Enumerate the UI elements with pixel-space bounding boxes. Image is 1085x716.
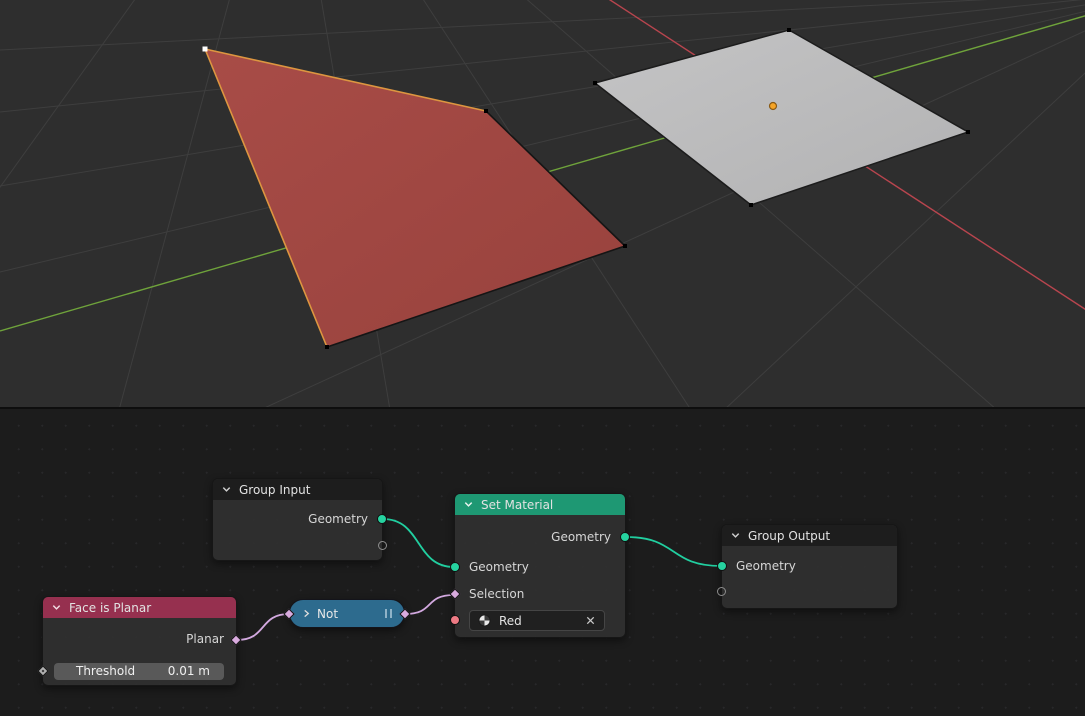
node-set-material[interactable]: Set Material Geometry Geometry Selection… [454,493,626,638]
blender-window: Group Input Geometry Set Material Geomet… [0,0,1085,716]
chevron-down-icon[interactable] [730,530,741,541]
vertex[interactable] [484,109,488,113]
threshold-label: Threshold [76,663,135,680]
vertex[interactable] [623,244,627,248]
3d-viewport[interactable] [0,0,1085,407]
socket-material-input[interactable] [450,615,460,625]
node-editor[interactable]: Group Input Geometry Set Material Geomet… [0,409,1085,716]
socket-geometry-input[interactable] [450,562,460,572]
wire-groupinput-to-setmaterial[interactable] [383,519,454,567]
material-select-field[interactable]: Red [469,610,605,631]
vertex[interactable] [966,130,970,134]
chevron-down-icon[interactable] [221,484,232,495]
socket-geometry-output[interactable] [377,514,387,524]
wire-setmaterial-to-groupoutput[interactable] [626,537,721,566]
node-title: Group Output [748,529,830,543]
vertex[interactable] [325,345,329,349]
socket-virtual-output[interactable] [378,541,387,550]
vertex[interactable] [749,203,753,207]
node-set-material-header[interactable]: Set Material [455,494,625,515]
wire-not-to-selection[interactable] [405,595,454,614]
node-title: Not [317,607,338,621]
wire-planar-to-not[interactable] [237,614,289,640]
object-origin [770,103,777,110]
node-title: Group Input [239,483,310,497]
output-planar-label: Planar [43,629,236,649]
node-group-input-header[interactable]: Group Input [213,479,382,500]
output-geometry-label: Geometry [213,509,382,529]
chevron-down-icon[interactable] [51,602,62,613]
node-title: Face is Planar [69,601,151,615]
node-group-output-header[interactable]: Group Output [722,525,897,546]
node-title: Set Material [481,498,553,512]
collapsed-sockets-indicator [385,609,392,618]
node-face-is-planar-header[interactable]: Face is Planar [43,597,236,618]
input-selection-label: Selection [455,584,625,604]
chevron-right-icon[interactable] [302,609,311,618]
output-geometry-label: Geometry [455,527,625,547]
socket-virtual-input[interactable] [717,587,726,596]
threshold-field[interactable]: Threshold 0.01 m [54,663,224,680]
active-vertex[interactable] [203,47,208,52]
vertex[interactable] [787,28,791,32]
threshold-value: 0.01 m [168,663,210,680]
vertex[interactable] [593,81,597,85]
chevron-down-icon[interactable] [463,499,474,510]
node-face-is-planar[interactable]: Face is Planar Planar Threshold 0.01 m [42,596,237,686]
node-group-output[interactable]: Group Output Geometry [721,524,898,609]
node-group-input[interactable]: Group Input Geometry [212,478,383,561]
node-not[interactable]: Not [289,599,405,628]
socket-geometry-input[interactable] [717,561,727,571]
clear-material-icon[interactable] [585,615,596,626]
input-geometry-label: Geometry [722,556,897,576]
material-name: Red [499,614,522,628]
material-sphere-icon [478,614,491,627]
socket-geometry-output[interactable] [620,532,630,542]
input-geometry-label: Geometry [455,557,625,577]
